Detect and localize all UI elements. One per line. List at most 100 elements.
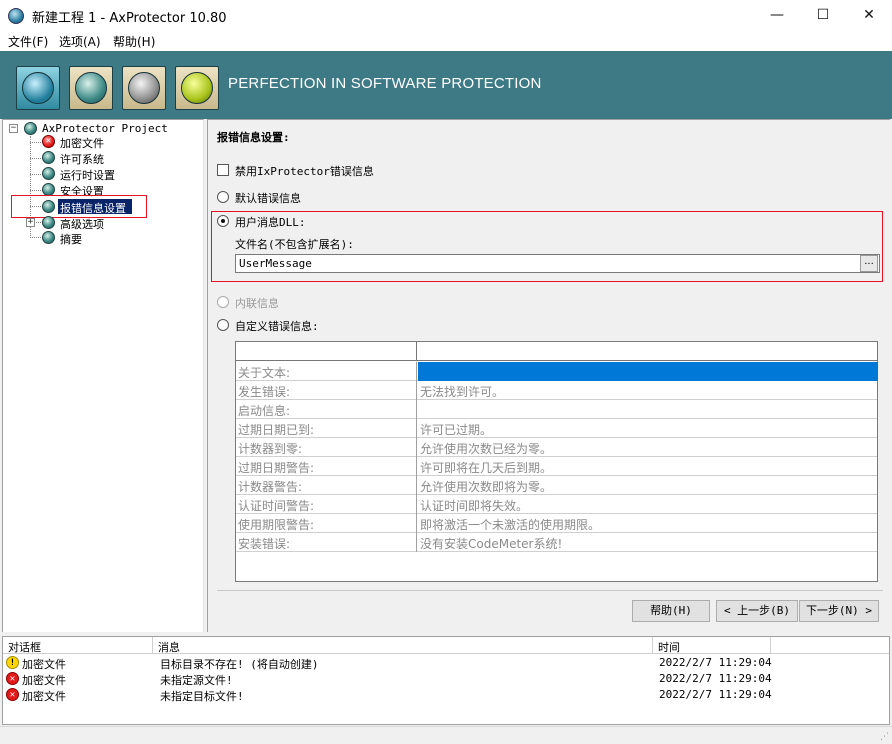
custom-messages-label[interactable]: 自定义错误信息: [235,318,319,334]
tree-item-runtime-settings[interactable]: 运行时设置 [60,167,115,183]
log-row[interactable]: ✕ 加密文件 未指定目标文件! 2022/2/7 11:29:04 [3,687,889,703]
tree-connector [30,142,41,143]
custom-message-grid[interactable]: 关于文本: 发生错误: 无法找到许可。 启动信息: 过期日期已到: 许可已过期。… [235,341,878,582]
settings-panel: 报错信息设置: 禁用IxProtector错误信息 默认错误信息 用户消息DLL… [207,119,890,632]
advanced-expander[interactable]: + [26,218,35,227]
window-title: 新建工程 1 - AxProtector 10.80 [32,11,227,26]
error-icon: ✕ [6,672,19,685]
tree-item-error-message-settings[interactable]: 报错信息设置 [60,200,126,216]
grid-key: 关于文本: [236,362,417,381]
tool-document-button[interactable] [69,66,113,110]
maximize-button[interactable]: ☐ [800,0,846,31]
next-button[interactable]: 下一步(N) > [799,600,879,622]
log-time: 2022/2/7 11:29:04 [659,656,772,669]
app-icon [8,8,24,24]
default-messages-radio[interactable] [217,191,229,203]
grid-row[interactable]: 过期日期警告: 许可即将在几天后到期。 [236,457,877,476]
log-row[interactable]: ✕ 加密文件 未指定源文件! 2022/2/7 11:29:04 [3,671,889,687]
grid-key: 发生错误: [236,381,417,400]
warning-icon: ! [6,656,19,669]
globe-icon [42,167,55,180]
grid-value[interactable] [418,400,878,419]
log-row[interactable]: ! 加密文件 目标目录不存在! (将自动创建) 2022/2/7 11:29:0… [3,655,889,671]
inline-message-label[interactable]: 内联信息 [235,295,279,311]
grid-value[interactable]: 许可即将在几天后到期。 [418,457,878,476]
divider [217,590,883,591]
resize-grip-icon[interactable]: ⋰ [880,732,890,742]
disable-errors-label[interactable]: 禁用IxProtector错误信息 [235,163,374,179]
tree-connector [30,174,41,175]
grid-value[interactable]: 允许使用次数已经为零。 [418,438,878,457]
tool-refresh-button[interactable] [16,66,60,110]
error-icon: ✕ [6,688,19,701]
log-header-blank [771,637,889,654]
prev-button[interactable]: < 上一步(B) [716,600,798,622]
project-icon [24,122,37,135]
message-log[interactable]: 对话框 消息 时间 ! 加密文件 目标目录不存在! (将自动创建) 2022/2… [2,636,890,725]
grid-value[interactable]: 没有安装CodeMeter系统! [418,533,878,552]
grid-key: 过期日期已到: [236,419,417,438]
grid-row[interactable]: 发生错误: 无法找到许可。 [236,381,877,400]
log-header-message[interactable]: 消息 [153,637,653,654]
tree-connector [30,158,41,159]
globe-icon [42,231,55,244]
menu-bar: 文件(F) 选项(A) 帮助(H) [0,31,892,51]
tree-root-label[interactable]: AxProtector Project [42,122,168,135]
tree-item-encrypt-files[interactable]: 加密文件 [60,135,104,151]
grid-key: 过期日期警告: [236,457,417,476]
grid-value[interactable]: 允许使用次数即将为零。 [418,476,878,495]
grid-row[interactable]: 安装错误: 没有安装CodeMeter系统! [236,533,877,552]
tree-connector [30,190,41,191]
close-button[interactable]: ✕ [846,0,892,31]
menu-options[interactable]: 选项(A) [59,33,101,50]
tree-item-summary[interactable]: 摘要 [60,231,82,247]
grid-header [236,342,877,361]
panel-heading: 报错信息设置: [217,131,290,144]
user-dll-radio[interactable] [217,215,229,227]
custom-messages-radio[interactable] [217,319,229,331]
globe-icon [42,200,55,213]
log-header-time[interactable]: 时间 [653,637,771,654]
grid-row[interactable]: 过期日期已到: 许可已过期。 [236,419,877,438]
banner-tagline: PERFECTION IN SOFTWARE PROTECTION [228,75,542,92]
grid-row[interactable]: 计数器到零: 允许使用次数已经为零。 [236,438,877,457]
menu-help[interactable]: 帮助(H) [113,33,155,50]
log-dialog: 加密文件 [22,674,66,687]
grid-value[interactable]: 无法找到许可。 [418,381,878,400]
inline-message-radio[interactable] [217,296,229,308]
tree-item-advanced-options[interactable]: 高级选项 [60,216,104,232]
grid-row[interactable]: 计数器警告: 允许使用次数即将为零。 [236,476,877,495]
user-dll-label[interactable]: 用户消息DLL: [235,214,306,230]
help-button[interactable]: 帮助(H) [632,600,710,622]
log-dialog: 加密文件 [22,658,66,671]
tool-gears-button[interactable] [122,66,166,110]
log-dialog: 加密文件 [22,690,66,703]
grid-row[interactable]: 使用期限警告: 即将激活一个未激活的使用期限。 [236,514,877,533]
filename-input[interactable]: UserMessage [235,254,880,273]
error-icon: ✕ [42,135,55,148]
status-bar: ⋰ [0,726,892,744]
filename-label: 文件名(不包含扩展名): [235,238,354,251]
grid-value[interactable] [418,362,878,381]
grid-value[interactable]: 即将激活一个未激活的使用期限。 [418,514,878,533]
grid-value[interactable]: 认证时间即将失效。 [418,495,878,514]
menu-file[interactable]: 文件(F) [8,33,48,50]
grid-row[interactable]: 启动信息: [236,400,877,419]
log-time: 2022/2/7 11:29:04 [659,672,772,685]
tree-item-license-system[interactable]: 许可系统 [60,151,104,167]
grid-row[interactable]: 认证时间警告: 认证时间即将失效。 [236,495,877,514]
root-collapse-expander[interactable]: − [9,124,18,133]
minimize-button[interactable]: — [754,0,800,31]
browse-button[interactable]: ... [860,255,878,272]
tool-settings-button[interactable] [175,66,219,110]
grid-key: 计数器警告: [236,476,417,495]
grid-row[interactable]: 关于文本: [236,362,878,381]
default-messages-label[interactable]: 默认错误信息 [235,190,301,206]
grid-key: 启动信息: [236,400,417,419]
globe-icon [42,216,55,229]
log-header-dialog[interactable]: 对话框 [3,637,153,654]
grid-key: 安装错误: [236,533,417,552]
project-tree[interactable]: − AxProtector Project ✕ 加密文件 许可系统 运行时设置 … [2,119,204,632]
grid-value[interactable]: 许可已过期。 [418,419,878,438]
disable-errors-checkbox[interactable] [217,164,229,176]
